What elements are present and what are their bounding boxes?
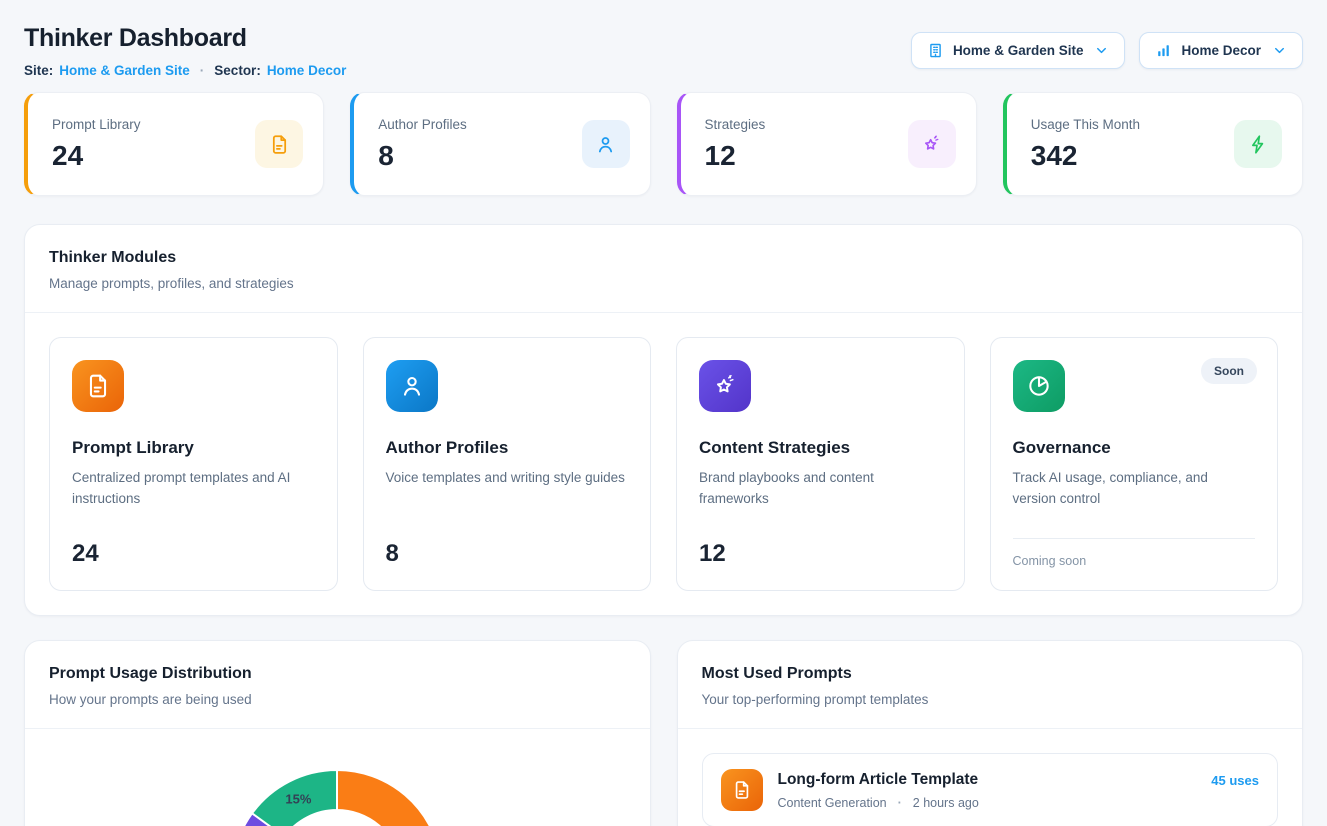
stat-label: Author Profiles [378, 117, 467, 132]
pie-chart-icon [1013, 360, 1065, 412]
stat-text: Strategies 12 [705, 117, 766, 172]
panel-head: Thinker Modules Manage prompts, profiles… [25, 225, 1302, 312]
module-count: 8 [386, 540, 629, 568]
dashboard-page: Thinker Dashboard Site: Home & Garden Si… [0, 0, 1327, 826]
panel-subtitle: Your top-performing prompt templates [702, 692, 1279, 707]
thinker-modules-panel: Thinker Modules Manage prompts, profiles… [24, 224, 1303, 616]
sector-label: Sector: [214, 63, 261, 78]
module-description: Centralized prompt templates and AI inst… [72, 468, 315, 510]
site-label: Site: [24, 63, 53, 78]
sector-selector-button[interactable]: Home Decor [1139, 32, 1303, 69]
module-card-governance: Soon Governance Track AI usage, complian… [990, 337, 1279, 591]
top-bar-actions: Home & Garden Site Home Decor [911, 32, 1303, 69]
dot-separator: · [196, 63, 209, 78]
chevron-down-icon [1094, 43, 1109, 58]
stat-text: Usage This Month 342 [1031, 117, 1140, 172]
prompt-meta: Content Generation · 2 hours ago [778, 796, 1197, 810]
user-icon [386, 360, 438, 412]
stat-value: 12 [705, 140, 766, 172]
prompt-category: Content Generation [778, 796, 887, 810]
uses-badge: 45 uses [1211, 773, 1259, 788]
module-description: Track AI usage, compliance, and version … [1013, 468, 1256, 510]
module-title: Content Strategies [699, 438, 942, 458]
donut-chart: 15% [25, 729, 651, 826]
site-link[interactable]: Home & Garden Site [59, 63, 190, 78]
divider [1013, 538, 1256, 539]
sector-link[interactable]: Home Decor [267, 63, 347, 78]
prompt-item-main: Long-form Article Template Content Gener… [778, 769, 1197, 810]
bar-chart-icon [1155, 42, 1172, 59]
user-icon [582, 120, 630, 168]
soon-badge: Soon [1201, 358, 1257, 384]
top-bar: Thinker Dashboard Site: Home & Garden Si… [24, 24, 1303, 78]
stat-label: Strategies [705, 117, 766, 132]
panel-head: Most Used Prompts Your top-performing pr… [678, 641, 1303, 728]
document-icon [255, 120, 303, 168]
module-title: Governance [1013, 438, 1256, 458]
stat-label: Prompt Library [52, 117, 141, 132]
site-selector-button[interactable]: Home & Garden Site [911, 32, 1126, 69]
stat-text: Author Profiles 8 [378, 117, 467, 172]
bolt-icon [1234, 120, 1282, 168]
panel-head: Prompt Usage Distribution How your promp… [25, 641, 650, 728]
stat-card-usage: Usage This Month 342 [1003, 92, 1303, 196]
chart-slice-label: 15% [285, 791, 311, 806]
stat-value: 8 [378, 140, 467, 172]
module-card-author-profiles[interactable]: Author Profiles Voice templates and writ… [363, 337, 652, 591]
stat-card-strategies: Strategies 12 [677, 92, 977, 196]
document-icon [721, 769, 763, 811]
building-icon [927, 42, 944, 59]
module-count: 24 [72, 540, 315, 568]
sector-selector-label: Home Decor [1181, 43, 1261, 58]
prompt-list: Long-form Article Template Content Gener… [678, 729, 1303, 826]
module-description: Brand playbooks and content frameworks [699, 468, 942, 510]
module-card-prompt-library[interactable]: Prompt Library Centralized prompt templa… [49, 337, 338, 591]
module-count: 12 [699, 540, 942, 568]
page-title: Thinker Dashboard [24, 24, 346, 53]
stat-value: 342 [1031, 140, 1140, 172]
site-selector-label: Home & Garden Site [953, 43, 1084, 58]
most-used-prompts-card: Most Used Prompts Your top-performing pr… [677, 640, 1304, 826]
stat-card-author-profiles: Author Profiles 8 [350, 92, 650, 196]
stat-card-prompt-library: Prompt Library 24 [24, 92, 324, 196]
prompt-list-item[interactable]: Long-form Article Template Content Gener… [702, 753, 1279, 826]
coming-soon-label: Coming soon [1013, 554, 1256, 568]
prompt-time: 2 hours ago [913, 796, 979, 810]
panel-subtitle: How your prompts are being used [49, 692, 626, 707]
star-icon [699, 360, 751, 412]
chevron-down-icon [1272, 43, 1287, 58]
chart-area: 15% [25, 729, 650, 826]
stat-text: Prompt Library 24 [52, 117, 141, 172]
title-block: Thinker Dashboard Site: Home & Garden Si… [24, 24, 346, 78]
module-title: Prompt Library [72, 438, 315, 458]
module-title: Author Profiles [386, 438, 629, 458]
panel-title: Most Used Prompts [702, 665, 1279, 683]
module-card-content-strategies[interactable]: Content Strategies Brand playbooks and c… [676, 337, 965, 591]
stats-row: Prompt Library 24 Author Profiles 8 [24, 92, 1303, 196]
module-description: Voice templates and writing style guides [386, 468, 629, 489]
stat-value: 24 [52, 140, 141, 172]
usage-distribution-card: Prompt Usage Distribution How your promp… [24, 640, 651, 826]
star-icon [908, 120, 956, 168]
dot-separator: · [894, 796, 906, 810]
stat-label: Usage This Month [1031, 117, 1140, 132]
breadcrumb: Site: Home & Garden Site · Sector: Home … [24, 63, 346, 78]
panel-title: Thinker Modules [49, 249, 1278, 267]
document-icon [72, 360, 124, 412]
panel-title: Prompt Usage Distribution [49, 665, 626, 683]
modules-grid: Prompt Library Centralized prompt templa… [25, 313, 1302, 615]
donut-slice-segment-1 [337, 770, 442, 826]
bottom-grid: Prompt Usage Distribution How your promp… [24, 640, 1303, 826]
prompt-title: Long-form Article Template [778, 771, 1197, 789]
panel-subtitle: Manage prompts, profiles, and strategies [49, 276, 1278, 291]
